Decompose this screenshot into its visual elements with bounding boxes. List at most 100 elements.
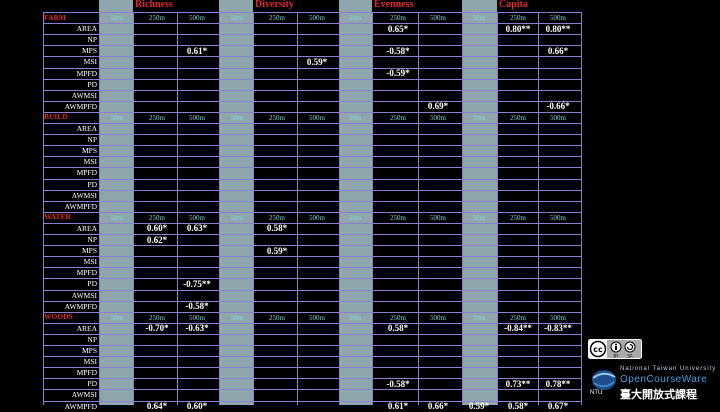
row-label: NP	[87, 35, 97, 45]
grid-line-vertical	[133, 12, 134, 405]
column-header: 50m	[348, 213, 362, 222]
column-header: 500m	[550, 14, 566, 22]
correlation-value: 0.66*	[547, 45, 569, 56]
column-header: 250m	[149, 14, 165, 22]
column-header: 250m	[149, 313, 165, 322]
grid-line-vertical	[497, 12, 498, 405]
slide: Richness Diversity Evenness Capita FARM 50m 2…	[0, 0, 720, 411]
column-header: 500m	[550, 213, 566, 222]
row-label: AWMSI	[71, 190, 97, 200]
column-header: 500m	[430, 14, 446, 22]
column-header: 50m	[110, 113, 124, 122]
row-label: AWMSI	[71, 90, 97, 100]
column-header: 50m	[230, 113, 244, 122]
column-header: 250m	[390, 213, 406, 222]
column-header: 500m	[309, 113, 325, 122]
grid-line-horizontal	[43, 89, 581, 91]
cc-license-badge: cc BY SA	[588, 339, 642, 359]
row-label: AREA	[76, 223, 97, 233]
grid-line-horizontal	[43, 289, 581, 291]
column-header: 500m	[189, 213, 205, 222]
grid-line-horizontal	[43, 278, 581, 280]
row-label: AREA	[76, 124, 97, 133]
row-label: AWMSI	[71, 290, 97, 300]
row-label: AWMPFD	[64, 101, 97, 111]
row-label: NP	[87, 235, 97, 244]
column-header: 250m	[510, 14, 526, 22]
row-label: NP	[87, 135, 97, 145]
column-header: 250m	[510, 213, 526, 222]
correlation-value: 0.58*	[266, 223, 288, 234]
grid-line-horizontal	[43, 178, 581, 180]
group-title-diversity: Diversity	[255, 0, 294, 10]
correlation-value: 0.60*	[186, 401, 208, 411]
correlation-value: -0.59*	[386, 68, 410, 78]
grid-line-horizontal	[43, 234, 581, 235]
row-label: AWMPFD	[64, 401, 97, 411]
university-name: National Taiwan University	[620, 366, 717, 372]
row-label: AWMPFD	[64, 201, 97, 211]
correlation-value: 0.61*	[186, 45, 208, 56]
column-header: 50m	[110, 14, 124, 22]
column-header: 500m	[309, 213, 325, 222]
row-label: PD	[87, 279, 97, 289]
section-title-build: BUILD	[44, 112, 68, 122]
column-header: 250m	[390, 14, 406, 22]
row-label: MPFD	[76, 368, 97, 378]
grid-line-horizontal	[43, 345, 581, 346]
row-label: MSI	[83, 257, 97, 267]
grid-line-horizontal	[43, 45, 581, 47]
grid-line-horizontal	[43, 200, 581, 202]
column-header: 50m	[472, 213, 486, 222]
correlation-value: 0.58*	[387, 323, 409, 334]
grid-line-horizontal	[43, 267, 581, 269]
column-header: 500m	[309, 14, 325, 22]
column-header: 500m	[550, 113, 566, 122]
row-label: MSI	[83, 357, 97, 367]
column-header: 50m	[348, 14, 362, 22]
grid-line-horizontal	[43, 189, 581, 191]
opencourseware-label: OpenCourseWare	[620, 374, 708, 385]
correlation-value: 0.67*	[547, 401, 569, 411]
section-title-farm: FARM	[44, 12, 66, 22]
column-header: 250m	[269, 213, 285, 222]
row-label: MPFD	[76, 268, 97, 278]
column-header: 500m	[189, 113, 205, 122]
correlation-value: 0.62*	[146, 234, 168, 245]
column-header: 500m	[430, 313, 446, 322]
grid-line-horizontal	[43, 134, 581, 136]
column-header: 250m	[390, 313, 406, 322]
column-header: 500m	[550, 313, 566, 322]
correlation-value: 0.59*	[266, 245, 288, 256]
row-label: MPFD	[76, 68, 97, 78]
correlation-value: 0.65*	[387, 23, 409, 34]
column-header: 250m	[390, 113, 406, 122]
group-title-capita: Capita	[499, 0, 528, 10]
row-label: MSI	[83, 57, 97, 67]
column-header: 50m	[472, 113, 486, 122]
grid-line-horizontal	[43, 356, 581, 358]
grid-line-horizontal	[43, 222, 581, 224]
grid-line-horizontal	[43, 367, 581, 369]
row-label: PD	[87, 379, 97, 389]
row-label: MPS	[81, 146, 97, 156]
grid-line-horizontal	[43, 256, 581, 258]
grid-line-horizontal	[43, 123, 581, 124]
row-label: AWMPFD	[64, 301, 97, 311]
grid-line-vertical	[538, 12, 539, 405]
column-header: 50m	[110, 313, 124, 322]
correlation-value: -0.58*	[386, 378, 410, 389]
grid-line-horizontal	[43, 300, 581, 302]
column-header: 50m	[230, 14, 244, 22]
row-label: AREA	[76, 24, 97, 34]
svg-text:SA: SA	[627, 354, 633, 359]
correlation-value: 0.63*	[186, 223, 208, 234]
column-header: 50m	[110, 213, 124, 222]
row-label: MSI	[83, 157, 97, 167]
ntu-globe-icon	[592, 370, 616, 390]
column-header: 500m	[430, 113, 446, 122]
svg-text:BY: BY	[614, 354, 620, 359]
correlation-value: 0.59*	[306, 56, 328, 67]
grid-line-vertical	[99, 12, 100, 405]
correlation-value: 0.78**	[545, 378, 571, 389]
